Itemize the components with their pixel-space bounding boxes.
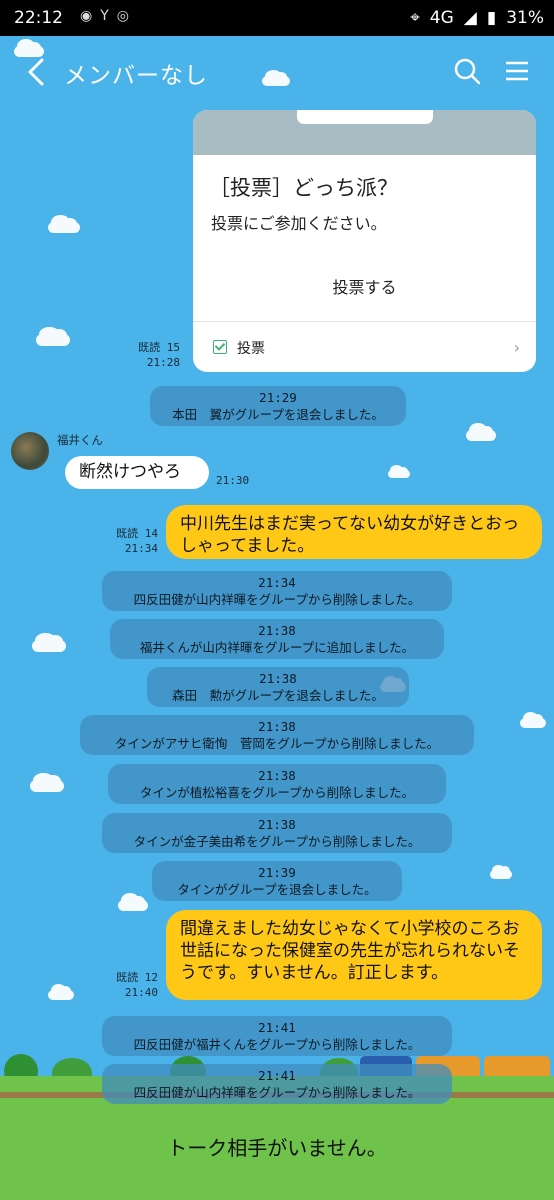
menu-icon[interactable] bbox=[505, 60, 529, 82]
poll-footer[interactable]: 投票 › bbox=[193, 321, 536, 372]
system-message: 21:39 タインがグループを退会しました。 bbox=[152, 861, 402, 901]
cloud-decoration bbox=[36, 326, 70, 346]
back-icon[interactable] bbox=[22, 54, 52, 90]
signal-icon: ◢ bbox=[463, 8, 477, 28]
system-message: 21:34 四反田健が山内祥暉をグループから削除しました。 bbox=[102, 571, 452, 611]
battery-level: 31% bbox=[506, 8, 544, 28]
cloud-decoration bbox=[520, 712, 546, 728]
message-time: 21:34 bbox=[124, 542, 158, 555]
no-partner-notice: トーク相手がいません。 bbox=[167, 1136, 387, 1160]
system-message: 21:38 タインが金子美由希をグループから削除しました。 bbox=[102, 813, 452, 853]
read-count: 既読 15 bbox=[138, 341, 180, 354]
system-message: 21:38 森田 勲がグループを退会しました。 bbox=[147, 667, 409, 707]
message-time: 21:30 bbox=[216, 474, 250, 487]
cloud-decoration bbox=[30, 772, 64, 792]
notification-icons: ◉Y◎ bbox=[80, 8, 137, 24]
system-message: 21:41 四反田健が山内祥暉をグループから削除しました。 bbox=[102, 1064, 452, 1104]
cloud-decoration bbox=[48, 984, 74, 1000]
status-bar: 22:12 ◉Y◎ ⌖ 4G ◢ ▮ 31% bbox=[0, 0, 554, 36]
system-message: 21:38 福井くんが山内祥暉をグループに追加しました。 bbox=[110, 619, 444, 659]
cloud-decoration bbox=[466, 423, 496, 441]
location-icon: ⌖ bbox=[410, 8, 420, 28]
avatar[interactable] bbox=[11, 432, 49, 470]
cloud-decoration bbox=[388, 465, 410, 478]
message-time: 21:28 bbox=[146, 356, 180, 369]
poll-footer-label: 投票 bbox=[237, 341, 265, 357]
chat-header: メンバーなし bbox=[0, 36, 554, 110]
vote-button[interactable]: 投票する bbox=[193, 274, 536, 298]
poll-read-meta: 既読 15 21:28 bbox=[122, 340, 180, 370]
outgoing-read-meta: 既読 12 21:40 bbox=[100, 970, 158, 1000]
read-count: 既読 14 bbox=[116, 527, 158, 540]
cloud-decoration bbox=[118, 893, 148, 911]
system-message: 21:38 タインが植松裕喜をグループから削除しました。 bbox=[108, 764, 446, 804]
read-count: 既読 12 bbox=[116, 971, 158, 984]
system-message: 21:38 タインがアサヒ衛恂 菅岡をグループから削除しました。 bbox=[80, 715, 474, 755]
battery-icon: ▮ bbox=[486, 8, 497, 28]
incoming-message-bubble[interactable]: 断然けつやろ bbox=[65, 456, 209, 489]
sender-name: 福井くん bbox=[57, 433, 103, 447]
poll-description: 投票にご参加ください。 bbox=[211, 214, 387, 233]
system-message: 21:29 本田 翼がグループを退会しました。 bbox=[150, 386, 406, 426]
cloud-decoration bbox=[48, 215, 80, 233]
bottom-bar: トーク相手がいません。 bbox=[0, 1112, 554, 1200]
outgoing-read-meta: 既読 14 21:34 bbox=[100, 526, 158, 556]
status-time: 22:12 bbox=[14, 8, 63, 28]
cloud-decoration bbox=[32, 632, 66, 652]
poll-card[interactable]: ［投票］どっち派？ 投票にご参加ください。 投票する 投票 › bbox=[193, 110, 536, 372]
cloud-decoration bbox=[490, 864, 512, 879]
checkbox-icon bbox=[213, 340, 227, 354]
outgoing-message-bubble[interactable]: 中川先生はまだ実ってない幼女が好きとおっしゃってました。 bbox=[166, 505, 542, 559]
chat-title: メンバーなし bbox=[64, 63, 208, 89]
network-label: 4G bbox=[429, 8, 454, 28]
message-time: 21:40 bbox=[124, 986, 158, 999]
outgoing-message-bubble[interactable]: 間違えました幼女じゃなくて小学校のころお世話になった保健室の先生が忘れられないそ… bbox=[166, 910, 542, 1000]
poll-title: ［投票］どっち派？ bbox=[209, 176, 398, 200]
poll-header bbox=[193, 110, 536, 155]
system-message: 21:41 四反田健が福井くんをグループから削除しました。 bbox=[102, 1016, 452, 1056]
chevron-right-icon: › bbox=[513, 338, 520, 357]
search-icon[interactable] bbox=[452, 56, 482, 86]
